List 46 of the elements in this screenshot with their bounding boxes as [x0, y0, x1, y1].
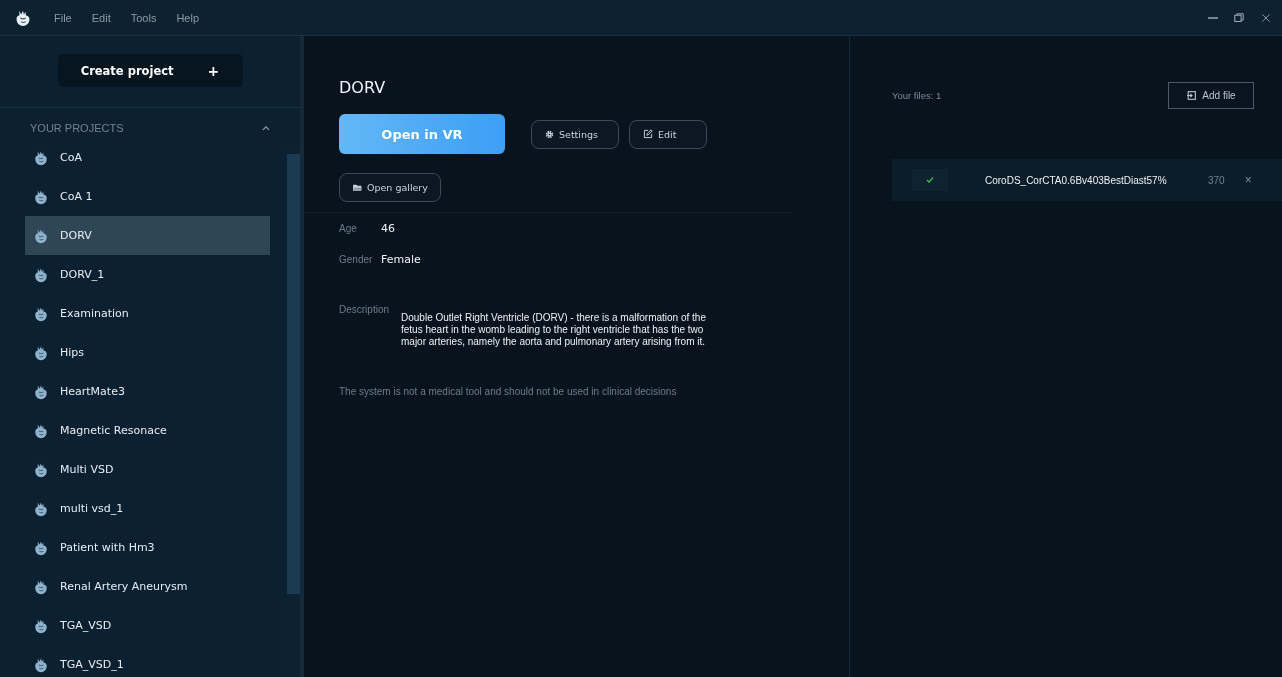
scrollbar-thumb[interactable]	[287, 154, 300, 594]
project-item[interactable]: multi vsd_1	[25, 489, 270, 528]
files-count: Your files: 1	[892, 90, 942, 101]
file-size: 370	[1208, 174, 1225, 186]
project-item[interactable]: CoA	[25, 138, 270, 177]
restore-icon	[1232, 10, 1246, 25]
project-item[interactable]: Patient with Hm3	[25, 528, 270, 567]
add-file-button[interactable]: Add file	[1168, 82, 1254, 109]
check-icon	[925, 175, 935, 185]
field-label: Description	[339, 304, 391, 315]
project-item[interactable]: Renal Artery Aneurysm	[25, 567, 270, 606]
close-icon	[1260, 11, 1272, 24]
import-icon	[1186, 90, 1198, 101]
section-title: YOUR PROJECTS	[30, 122, 124, 134]
remove-button[interactable]: ×	[1244, 173, 1252, 187]
project-item[interactable]: Examination	[25, 294, 270, 333]
disclaimer-text: The system is not a medical tool and should not be used in clinical decisions	[339, 386, 678, 397]
project-item[interactable]: TGA_VSD_1	[25, 645, 270, 677]
description-text: Double Outlet Right Ventricle (DORV) - there is a malformation of the fetus heart in the womb leading to the right ventricle that has the two major arteries, namely the aorta and pulmonary artery arising from it.	[401, 312, 707, 348]
project-item[interactable]: Magnetic Resonace	[25, 411, 270, 450]
gear-icon	[544, 128, 555, 140]
file-name: CoroDS_CorCTA0.6Bv403BestDiast57%	[985, 174, 1168, 186]
project-item[interactable]: DORV	[25, 216, 270, 255]
project-item[interactable]: HeartMate3	[25, 372, 270, 411]
menu-item[interactable]: File	[54, 11, 72, 24]
folder-icon	[352, 182, 363, 193]
project-item[interactable]: CoA 1	[25, 177, 270, 216]
edit-button[interactable]: Edit	[628, 119, 708, 149]
open-gallery-button[interactable]: Open gallery	[339, 173, 441, 202]
project-title: DORV	[339, 78, 387, 97]
menu-item[interactable]: Edit	[91, 11, 111, 24]
menu-item[interactable]: Help	[176, 11, 199, 24]
project-item[interactable]: TGA_VSD	[25, 606, 270, 645]
project-item[interactable]: Multi VSD	[25, 450, 270, 489]
field-value: 46	[381, 222, 395, 235]
project-item[interactable]: Hips	[25, 333, 270, 372]
project-item[interactable]: DORV_1	[25, 255, 270, 294]
checkbox[interactable]	[912, 169, 948, 191]
create-project-button[interactable]: Create project +	[57, 54, 243, 87]
field-value: Female	[381, 253, 421, 266]
field-label: Gender	[339, 254, 374, 265]
field-label: Age	[339, 223, 358, 234]
menu-item[interactable]: Tools	[130, 11, 157, 24]
minimize-icon	[1208, 16, 1218, 19]
edit-icon	[641, 128, 654, 140]
settings-button[interactable]: Settings	[531, 119, 619, 149]
